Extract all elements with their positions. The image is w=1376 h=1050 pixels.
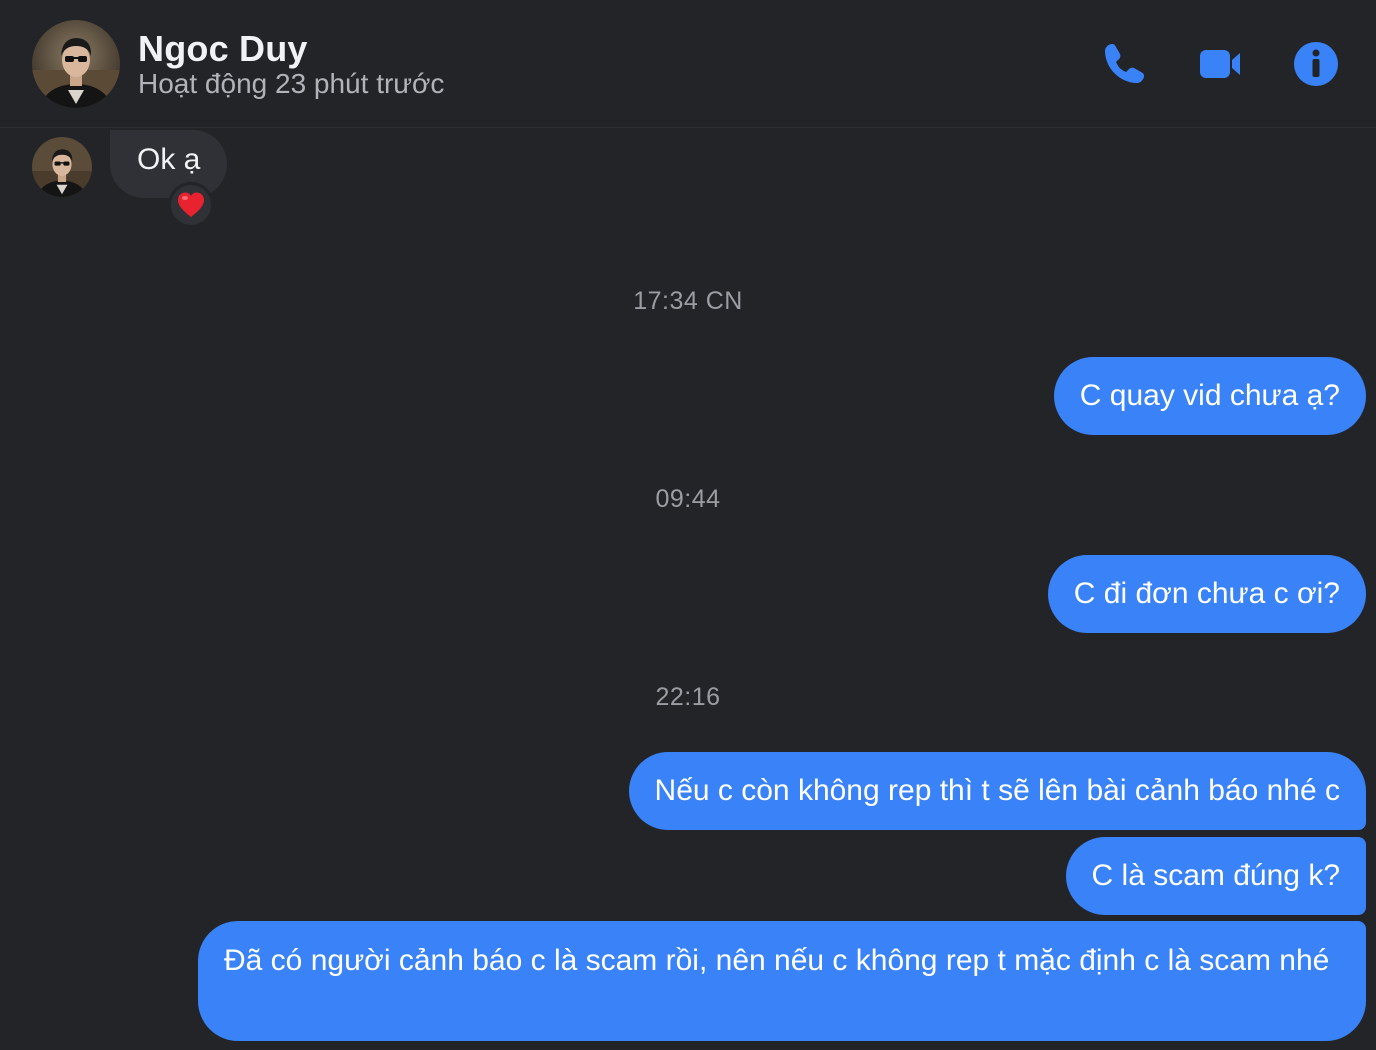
active-status: Hoạt động 23 phút trước: [138, 68, 445, 99]
outgoing-message[interactable]: C đi đơn chưa c ơi?: [1047, 555, 1366, 633]
messenger-chat: Ngoc Duy Hoạt động 23 phút trước Ok ạ 17…: [0, 0, 1376, 1050]
contact-name[interactable]: Ngoc Duy: [138, 28, 308, 70]
contact-avatar[interactable]: [32, 20, 120, 108]
timestamp: 09:44: [655, 485, 721, 513]
chat-header: Ngoc Duy Hoạt động 23 phút trước: [0, 0, 1376, 128]
timestamp: 17:34 CN: [633, 287, 743, 315]
outgoing-message[interactable]: C quay vid chưa ạ?: [1053, 357, 1366, 435]
sender-avatar: [32, 137, 92, 197]
heart-reaction-icon[interactable]: [168, 182, 214, 228]
info-icon[interactable]: [1290, 38, 1342, 90]
video-camera-icon[interactable]: [1194, 38, 1246, 90]
phone-icon[interactable]: [1098, 38, 1150, 90]
timestamp: 22:16: [655, 683, 721, 711]
outgoing-message[interactable]: C là scam đúng k?: [1065, 837, 1366, 915]
outgoing-message[interactable]: Nếu c còn không rep thì t sẽ lên bài cản…: [628, 752, 1366, 830]
incoming-message[interactable]: Ok ạ: [110, 130, 228, 198]
outgoing-message[interactable]: Đã có người cảnh báo c là scam rồi, nên …: [198, 921, 1366, 1041]
